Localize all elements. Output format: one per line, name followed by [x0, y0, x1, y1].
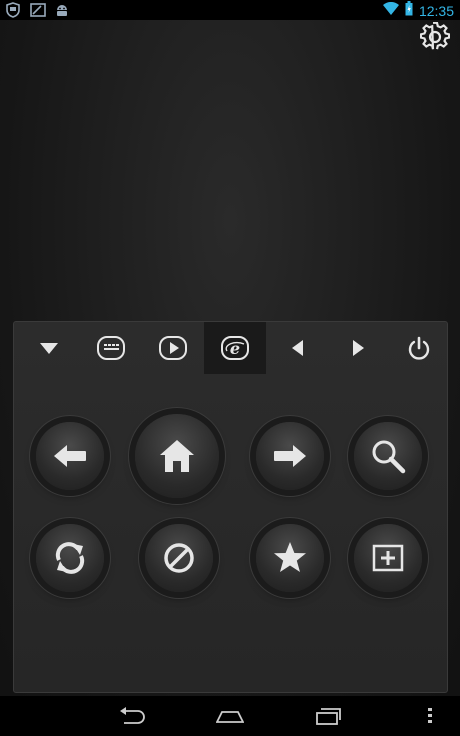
favorite-button[interactable]: [256, 524, 324, 592]
collapse-icon: [40, 343, 58, 354]
back-icon: [120, 707, 145, 724]
arrow-left-icon: [292, 340, 303, 356]
star-icon: [274, 542, 306, 572]
settings-button[interactable]: [419, 21, 451, 52]
arrow-right-icon: [353, 340, 364, 356]
media-play-icon: [159, 336, 187, 360]
forward-button[interactable]: [256, 422, 324, 490]
stop-button[interactable]: [145, 524, 213, 592]
refresh-icon: [55, 542, 85, 574]
android-notification-icon: [54, 2, 70, 18]
next-button[interactable]: [328, 322, 390, 374]
keyboard-icon: [97, 336, 125, 360]
home-icon: [160, 440, 194, 472]
back-button[interactable]: [36, 422, 104, 490]
gear-icon: [419, 21, 451, 50]
refresh-button[interactable]: [36, 524, 104, 592]
home-outline-icon: [216, 711, 244, 723]
nav-menu-button[interactable]: [420, 704, 440, 728]
nav-home-button[interactable]: [210, 704, 250, 728]
nav-back-button[interactable]: [112, 704, 152, 728]
browser-icon: e: [221, 336, 249, 360]
wifi-icon: [382, 1, 399, 20]
forward-arrow-icon: [274, 445, 306, 467]
notification-icons: [6, 2, 70, 18]
previous-button[interactable]: [266, 322, 328, 374]
remote-toolbar: e: [14, 322, 447, 374]
home-button[interactable]: [135, 414, 219, 498]
battery-icon: [405, 1, 413, 20]
collapse-button[interactable]: [18, 322, 80, 374]
shield-notification-icon: [6, 2, 22, 18]
recents-icon: [316, 708, 341, 725]
power-button[interactable]: [388, 322, 450, 374]
search-button[interactable]: [354, 422, 422, 490]
browser-button[interactable]: e: [204, 322, 266, 374]
navigation-bar: [0, 696, 460, 736]
power-icon: [408, 336, 430, 360]
keyboard-button[interactable]: [80, 322, 142, 374]
image-notification-icon: [30, 2, 46, 18]
new-tab-button[interactable]: [354, 524, 422, 592]
overflow-menu-icon: [428, 708, 432, 723]
media-button[interactable]: [142, 322, 204, 374]
status-bar: 12:35: [0, 0, 460, 20]
search-icon: [372, 440, 406, 474]
back-arrow-icon: [54, 445, 86, 467]
stop-icon: [164, 543, 194, 573]
nav-recents-button[interactable]: [308, 704, 348, 728]
clock: 12:35: [418, 2, 454, 19]
remote-control-panel: e: [13, 321, 448, 693]
add-box-icon: [372, 544, 404, 572]
